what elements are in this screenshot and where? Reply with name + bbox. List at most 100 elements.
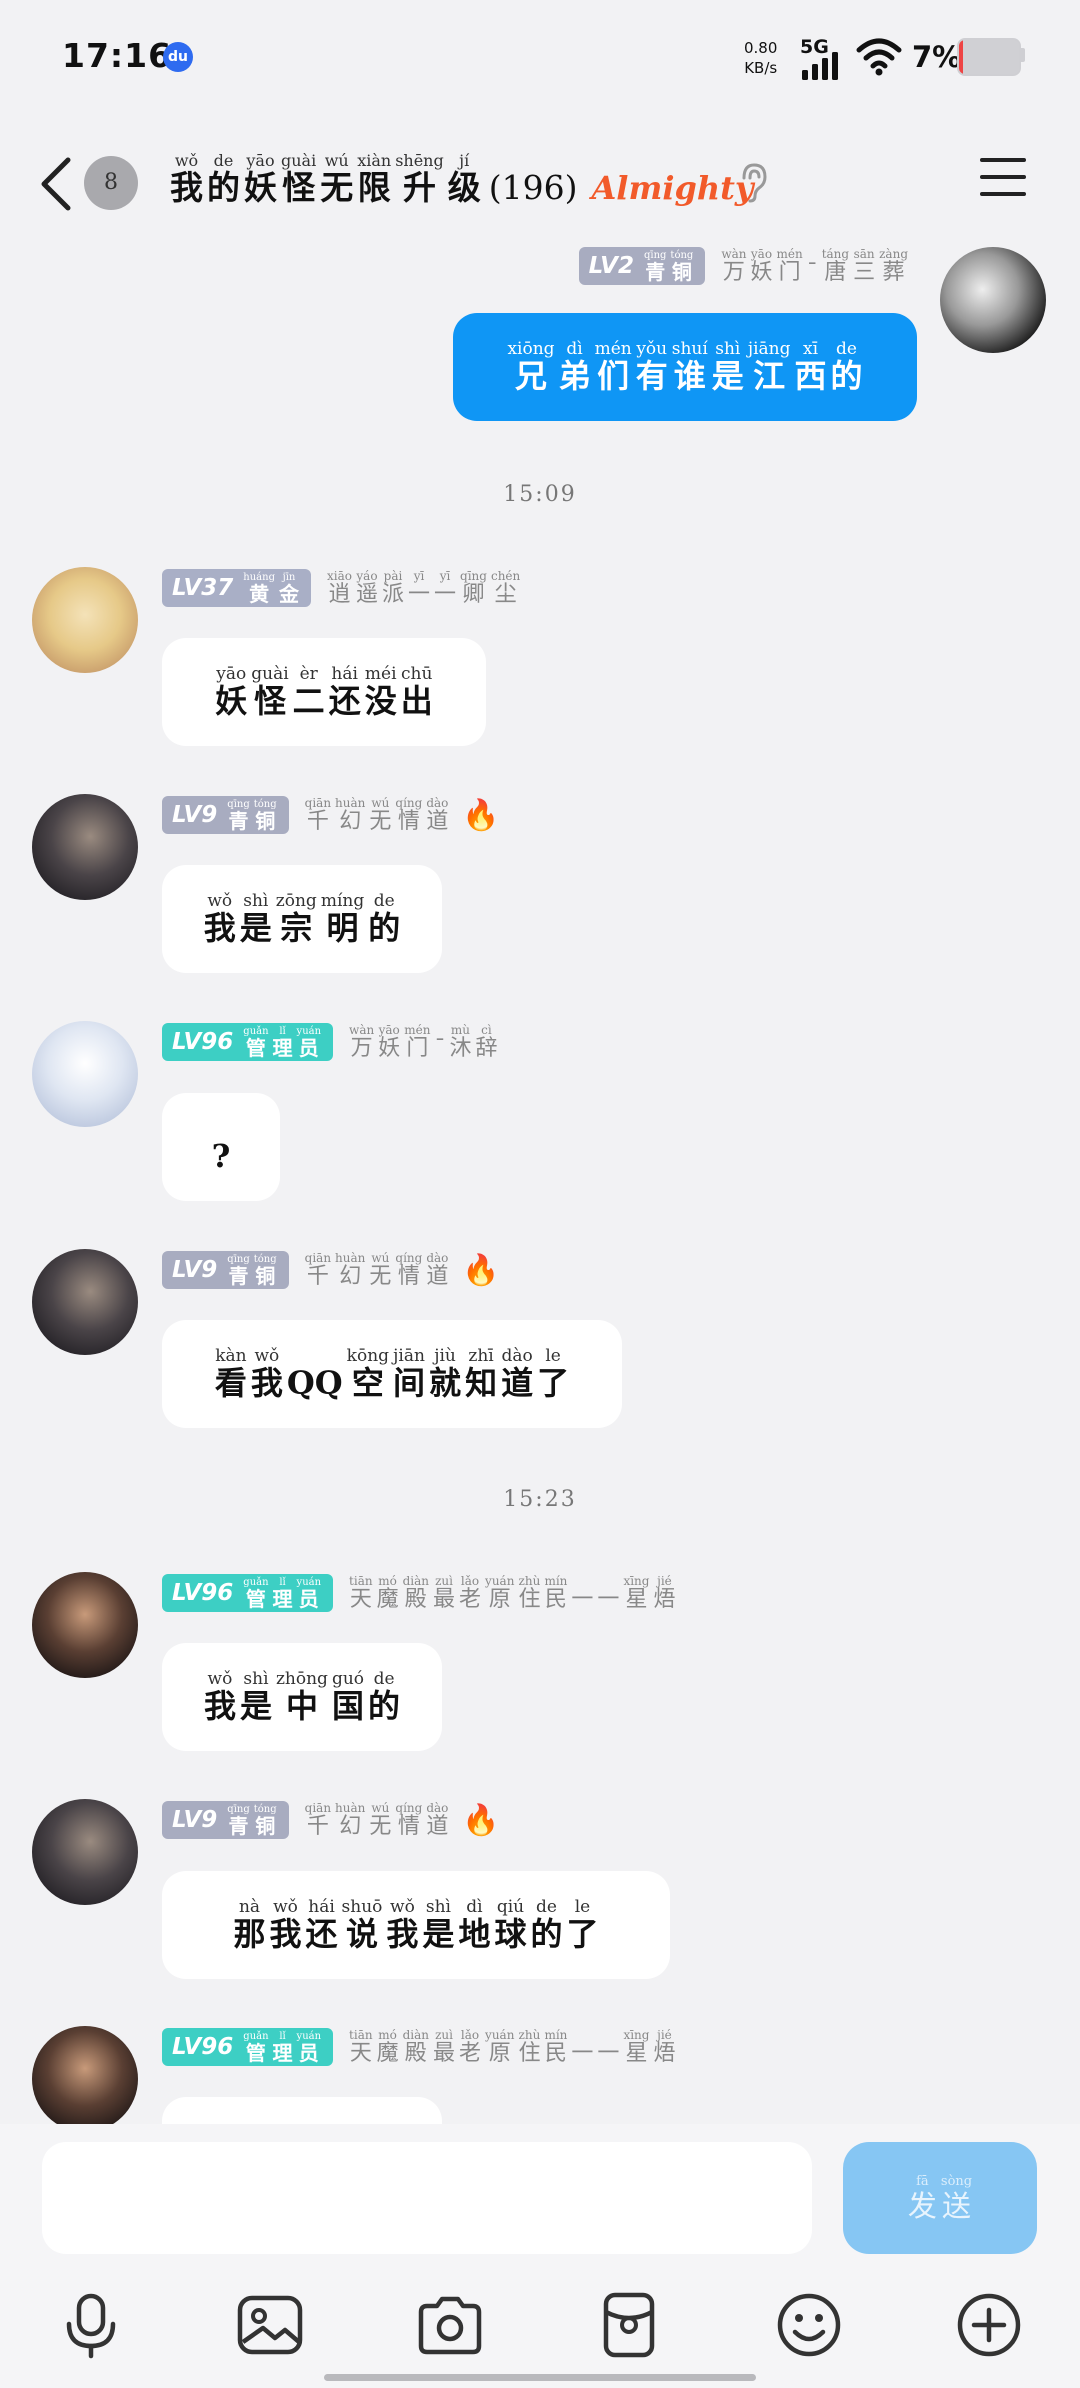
image-icon[interactable] <box>235 2290 305 2360</box>
level-badge[interactable]: LV96 guǎn 管 lǐ 理 yuán 员 <box>162 2028 334 2066</box>
sender-name[interactable]: tiān 天 mó 魔 diàn 殿 zuì 最 lǎo 老 yuán 原 zhù 住 mín 民一一 xīng… <box>347 2028 677 2066</box>
ear-mode-icon[interactable] <box>738 162 770 204</box>
hanzi: 的 <box>368 1687 401 1726</box>
hanzi: 的 <box>830 357 863 396</box>
rank-title: guǎn 管 lǐ 理 yuán 员 <box>241 2031 323 2064</box>
hanzi: 遥 <box>355 581 378 607</box>
message-bubble[interactable]: nà 那 wǒ 我 hái 还 shuō 说 wǒ 我 shì 是 dì 地 qiú 球 de 的 le 了 <box>162 1871 670 1979</box>
hanzi: 无 <box>369 808 392 834</box>
pinyin: guǎn <box>243 1576 269 1588</box>
sender-info: LV96 guǎn 管 lǐ 理 yuán 员 tiān 天 mó 魔 diàn 殿 zuì 最 lǎo 老 yu… <box>162 2027 677 2067</box>
send-button[interactable]: fā 发 sòng 送 <box>843 2142 1037 2254</box>
level-badge[interactable]: LV2 qīng 青 tóng 铜 <box>578 247 706 285</box>
ruby-char: táng 唐 <box>822 247 849 285</box>
plus-icon[interactable] <box>954 2290 1024 2360</box>
hanzi: 魔 <box>376 2040 399 2066</box>
ruby-char: èr 二 <box>293 664 325 719</box>
level-badge[interactable]: LV96 guǎn 管 lǐ 理 yuán 员 <box>162 1574 334 1612</box>
group-title[interactable]: wǒ 我 de 的 yāo 妖 guài 怪 wú 无 xiàn 限 shēng 升 jí 级 (196) A… <box>168 152 753 207</box>
ruby-char: yuán 员 <box>297 1026 322 1059</box>
ruby-char: 一 <box>571 1574 593 1612</box>
ruby-char: qīng 青 <box>227 1254 249 1287</box>
pinyin: hái <box>331 664 358 685</box>
avatar[interactable] <box>32 1249 138 1355</box>
emoji-icon[interactable] <box>774 2290 844 2360</box>
hanzi: 有 <box>635 357 668 396</box>
sender-name[interactable]: wàn 万 yāo 妖 mén 门 ˉ mù 沐 cì 辞 <box>347 1023 499 1061</box>
level-badge[interactable]: LV37 huáng 黄 jīn 金 <box>162 569 311 607</box>
hanzi: 老 <box>459 1586 482 1612</box>
hanzi: 幻 <box>339 1813 362 1839</box>
back-button[interactable] <box>34 154 78 214</box>
pinyin: mín <box>544 2027 568 2042</box>
pinyin: wàn <box>349 1022 375 1037</box>
menu-button[interactable] <box>980 158 1026 198</box>
unread-count-badge[interactable]: 8 <box>84 156 138 210</box>
ruby-char: xiōng 兄 <box>507 339 554 394</box>
message-input[interactable] <box>42 2142 812 2254</box>
hanzi: 级 <box>447 168 481 207</box>
hanzi: 们 <box>597 357 630 396</box>
fire-icon: 🔥 <box>462 1802 500 1838</box>
ruby-char: wàn 万 <box>721 247 746 285</box>
timestamp: 15:09 <box>503 482 577 507</box>
pinyin: zuì <box>435 2027 453 2042</box>
level-badge[interactable]: LV96 guǎn 管 lǐ 理 yuán 员 <box>162 1023 334 1061</box>
pinyin: sān <box>853 246 875 261</box>
avatar[interactable] <box>32 1021 138 1127</box>
ruby-char: guài 怪 <box>251 664 288 719</box>
sender-name[interactable]: qiān 千 huàn 幻 wú 无 qíng 情 dào 道 <box>303 796 451 834</box>
avatar[interactable] <box>32 1799 138 1905</box>
hanzi: 道 <box>426 1813 449 1839</box>
message-bubble[interactable]: ? <box>162 1093 280 1201</box>
ruby-char: qíng 情 <box>395 1801 422 1839</box>
hanzi: 的 <box>530 1915 563 1954</box>
ruby-char: de 的 <box>530 1897 562 1952</box>
pinyin: wú <box>371 1250 390 1265</box>
level-badge[interactable]: LV9 qīng 青 tóng 铜 <box>162 796 289 834</box>
pinyin: de <box>373 891 395 912</box>
sender-name[interactable]: tiān 天 mó 魔 diàn 殿 zuì 最 lǎo 老 yuán 原 zhù 住 mín 民一一 xīng… <box>347 1574 677 1612</box>
hanzi: 妖 <box>215 682 248 721</box>
message-bubble[interactable]: xiōng 兄 dì 弟 mén 们 yǒu 有 shuí 谁 shì 是 jiāng 江 xī 西 de 的 <box>453 313 917 421</box>
hanzi: 殿 <box>404 2040 427 2066</box>
message-bubble[interactable]: kàn 看 wǒ 我 QQ kōng 空 jiān 间 jiù 就 zhī 知 dào 道 le 了 <box>162 1320 622 1428</box>
sender-name[interactable]: qiān 千 huàn 幻 wú 无 qíng 情 dào 道 <box>303 1251 451 1289</box>
pinyin: mén <box>776 246 803 261</box>
avatar[interactable] <box>32 1572 138 1678</box>
avatar[interactable] <box>32 2026 138 2132</box>
hanzi: 铜 <box>671 259 692 284</box>
ruby-char: guǎn 管 <box>243 1577 268 1610</box>
sender-name[interactable]: xiāo 逍 yáo 遥 pài 派 yī 一 yī 一 qīng 卿 chén 尘 <box>325 569 522 607</box>
pinyin: yuán <box>485 1573 515 1588</box>
ruby-char: dào 道 <box>501 1346 533 1401</box>
level-badge[interactable]: LV9 qīng 青 tóng 铜 <box>162 1251 289 1289</box>
ruby-char: 一 <box>571 2028 593 2066</box>
red-packet-icon[interactable] <box>594 2290 664 2360</box>
hanzi: 员 <box>298 1035 319 1060</box>
hanzi: 万 <box>722 259 745 285</box>
status-time: 17:16 <box>62 36 173 75</box>
sender-name[interactable]: qiān 千 huàn 幻 wú 无 qíng 情 dào 道 <box>303 1801 451 1839</box>
sender-name[interactable]: wàn 万 yāo 妖 mén 门 ˉ táng 唐 sān 三 zàng 葬 <box>719 247 910 285</box>
pinyin: zàng <box>879 246 908 261</box>
message-bubble[interactable]: wǒ 我 shì 是 zōng 宗 míng 明 de 的 <box>162 865 442 973</box>
microphone-icon[interactable] <box>56 2290 126 2360</box>
hanzi: 宗 <box>280 909 313 948</box>
avatar[interactable] <box>32 567 138 673</box>
ruby-char: guó 国 <box>332 1669 364 1724</box>
message-bubble[interactable]: yāo 妖 guài 怪 èr 二 hái 还 méi 没 chū 出 <box>162 638 486 746</box>
avatar[interactable] <box>940 247 1046 353</box>
level-badge[interactable]: LV9 qīng 青 tóng 铜 <box>162 1801 289 1839</box>
camera-icon[interactable] <box>415 2290 485 2360</box>
message-bubble[interactable] <box>162 2097 442 2127</box>
hanzi: 魔 <box>376 1586 399 1612</box>
network-speed-unit: KB/s <box>744 59 778 77</box>
hanzi: 最 <box>433 2040 456 2066</box>
battery-percent: 7% <box>912 40 962 74</box>
avatar[interactable] <box>32 794 138 900</box>
message-bubble[interactable]: wǒ 我 shì 是 zhōng 中 guó 国 de 的 <box>162 1643 442 1751</box>
home-indicator[interactable] <box>324 2374 756 2381</box>
pinyin: wǒ <box>390 1897 415 1918</box>
ruby-char: zàng 葬 <box>879 247 908 285</box>
